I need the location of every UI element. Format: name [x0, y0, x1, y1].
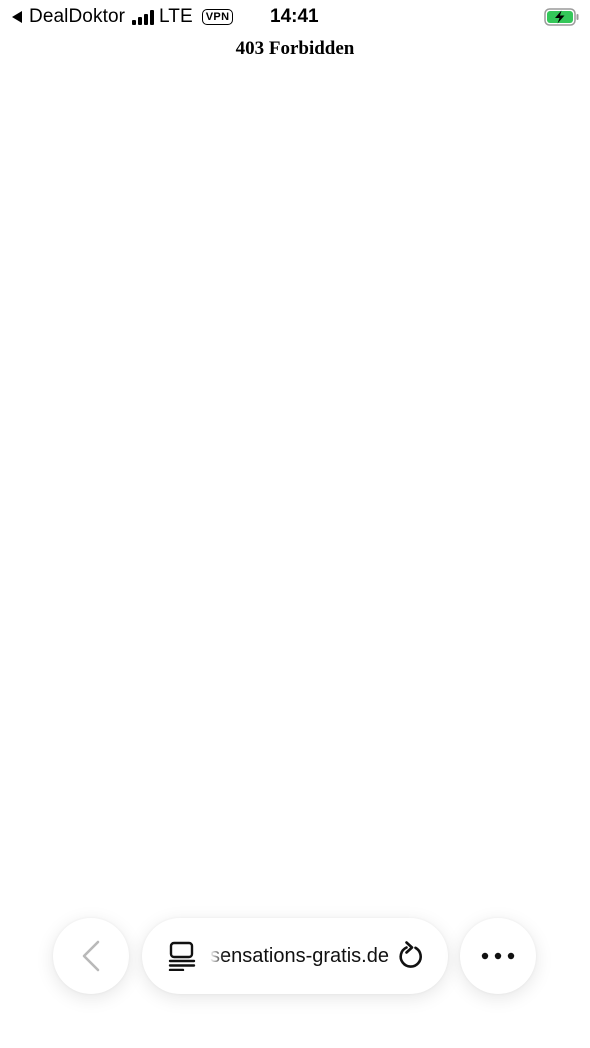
chevron-left-icon: [82, 940, 100, 972]
status-left[interactable]: DealDoktor LTE VPN: [12, 6, 234, 28]
reader-mode-button[interactable]: [162, 936, 202, 976]
status-bar: DealDoktor LTE VPN 14:41: [0, 0, 590, 34]
page-title: 403 Forbidden: [235, 38, 355, 59]
more-options-button[interactable]: [460, 918, 536, 994]
status-time: 14:41: [270, 6, 319, 27]
address-bar[interactable]: sensations-gratis.de: [142, 918, 448, 994]
vpn-badge: VPN: [201, 9, 234, 25]
url-text[interactable]: sensations-gratis.de: [210, 945, 390, 968]
reload-icon: [399, 941, 422, 968]
network-type-label: LTE: [159, 6, 193, 27]
more-dots-icon: [481, 952, 515, 960]
back-to-app-label[interactable]: DealDoktor: [29, 6, 125, 28]
back-to-app-icon[interactable]: [12, 11, 22, 23]
reader-mode-icon: [168, 941, 196, 971]
battery-charging-icon: [544, 8, 579, 26]
navigate-back-button[interactable]: [53, 918, 129, 994]
cellular-signal-icon: [132, 9, 155, 25]
browser-screen: DealDoktor LTE VPN 14:41 403 Forbidden s…: [0, 0, 590, 1048]
reload-button[interactable]: [390, 936, 430, 976]
browser-toolbar: sensations-gratis.de: [0, 918, 590, 996]
